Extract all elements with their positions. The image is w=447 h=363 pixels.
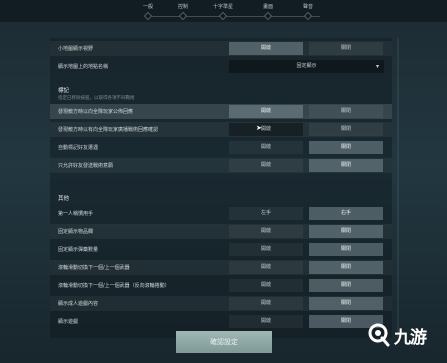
setting-label: 顯示成人遊戲內容	[58, 301, 99, 307]
option-off-button[interactable]: 關閉	[309, 42, 383, 55]
option-off-button[interactable]: 關閉	[309, 261, 383, 274]
setting-label: 發現敵方時以有向全隊玩家廣播戰術回應確認	[58, 127, 159, 133]
setting-label: 顯示地圖上的地點名稱	[58, 64, 109, 70]
option-on-button[interactable]: 開啟	[229, 159, 303, 172]
option-off-button[interactable]: 關閉	[309, 123, 383, 136]
settings-tab-bar: 一般 控制 十字準星 畫面 聲音	[0, 0, 447, 22]
setting-label: 小地圖顯示視野	[58, 46, 94, 52]
scrollbar[interactable]	[397, 38, 399, 338]
option-on-button[interactable]: 開啟	[229, 261, 303, 274]
option-on-button[interactable]: 開啟	[229, 105, 303, 118]
option-right-hand-button[interactable]: 右手	[309, 207, 383, 220]
nine-game-logo-icon	[366, 322, 392, 348]
setting-row-mark-enemy-confirm: 發現敵方時以有向全隊玩家廣播戰術回應確認 開啟 關閉	[50, 122, 392, 137]
option-on-button[interactable]: 開啟	[229, 42, 303, 55]
tab-controls-indicator	[178, 11, 188, 21]
tab-audio[interactable]: 聲音	[288, 3, 328, 10]
tab-controls[interactable]: 控制	[163, 3, 203, 10]
setting-row-auto-mark-friends: 自動標記好友遭遇 開啟 關閉	[50, 140, 392, 155]
setting-row-show-game: 顯示遊戲 開啟 關閉	[50, 314, 392, 329]
tab-audio-indicator	[303, 11, 313, 21]
option-off-button[interactable]: 關閉	[309, 105, 383, 118]
tab-video-indicator	[263, 11, 273, 21]
option-off-button[interactable]: 關閉	[309, 159, 383, 172]
setting-label: 滾輪滑動切換下一個/上一個武器	[58, 265, 130, 271]
option-on-button[interactable]: 開啟	[229, 225, 303, 238]
tab-connector-line	[150, 16, 320, 17]
section-title-marking: 標記	[58, 88, 70, 94]
setting-row-handedness: 第一人稱慣用手 左手 右手	[50, 206, 392, 221]
setting-label: 第一人稱慣用手	[58, 211, 94, 217]
option-off-button[interactable]: 關閉	[309, 243, 383, 256]
option-left-hand-button[interactable]: 左手	[229, 207, 303, 220]
confirm-settings-button[interactable]: 確認設定	[176, 331, 272, 353]
setting-row-scroll-weapon-inverted: 滾輪滑動切換下一個/上一個武器（反向滾輪捲動） 開啟 關閉	[50, 278, 392, 293]
watermark-text: 九游	[394, 327, 427, 348]
setting-row-adult-content: 顯示成人遊戲內容 開啟 關閉	[50, 296, 392, 311]
setting-label: 固定顯示彈藥數量	[58, 247, 99, 253]
map-names-dropdown[interactable]: 固定顯示 ▾	[229, 60, 384, 73]
option-on-button[interactable]: 開啟	[229, 315, 303, 328]
section-subtitle-marking: 指定已移除按鈕，以取得各項不同戰術	[58, 96, 135, 101]
settings-panel: 小地圖顯示視野 開啟 關閉 顯示地圖上的地點名稱 固定顯示 ▾ 標記 指定已移除…	[50, 38, 392, 338]
setting-label: 自動標記好友遭遇	[58, 145, 99, 151]
option-on-button[interactable]: 開啟	[229, 297, 303, 310]
option-off-button[interactable]: 關閉	[309, 141, 383, 154]
tab-crosshair-indicator	[218, 11, 228, 21]
option-off-button[interactable]: 關閉	[309, 225, 383, 238]
tab-general-indicator	[143, 11, 153, 21]
section-title-other: 其他	[58, 196, 70, 202]
setting-label: 滾輪滑動切換下一個/上一個武器（反向滾輪捲動）	[58, 283, 170, 289]
option-on-button[interactable]: 開啟	[229, 243, 303, 256]
dropdown-value: 固定顯示	[296, 63, 317, 69]
tab-general[interactable]: 一般	[128, 3, 168, 10]
option-on-button[interactable]: 開啟	[229, 123, 303, 136]
option-on-button[interactable]: 開啟	[229, 279, 303, 292]
setting-row-scroll-weapon: 滾輪滑動切換下一個/上一個武器 開啟 關閉	[50, 260, 392, 275]
option-off-button[interactable]: 關閉	[309, 297, 383, 310]
setting-label: 固定顯示物品欄	[58, 229, 94, 235]
tab-video[interactable]: 畫面	[248, 3, 288, 10]
setting-row-show-ammo: 固定顯示彈藥數量 開啟 關閉	[50, 242, 392, 257]
setting-label: 發現敵方時以向全隊玩家公佈回應	[58, 109, 134, 115]
setting-row-minimap-vision: 小地圖顯示視野 開啟 關閉	[50, 41, 392, 56]
option-on-button[interactable]: 開啟	[229, 141, 303, 154]
setting-row-mark-enemy-broadcast[interactable]: 發現敵方時以向全隊玩家公佈回應 開啟 關閉	[50, 104, 392, 119]
setting-label: 只允許好友發送戰術意願	[58, 163, 114, 169]
mouse-cursor-icon: ➤	[256, 124, 262, 132]
setting-label: 顯示遊戲	[58, 319, 79, 325]
setting-row-map-names: 顯示地圖上的地點名稱 固定顯示 ▾	[50, 59, 392, 74]
tab-crosshair[interactable]: 十字準星	[203, 3, 243, 10]
option-off-button[interactable]: 關閉	[309, 279, 383, 292]
chevron-down-icon: ▾	[375, 63, 379, 70]
setting-row-show-inventory: 固定顯示物品欄 開啟 關閉	[50, 224, 392, 239]
watermark-logo: 九游	[366, 322, 427, 348]
setting-row-friends-only-tactics: 只允許好友發送戰術意願 開啟 關閉	[50, 158, 392, 173]
